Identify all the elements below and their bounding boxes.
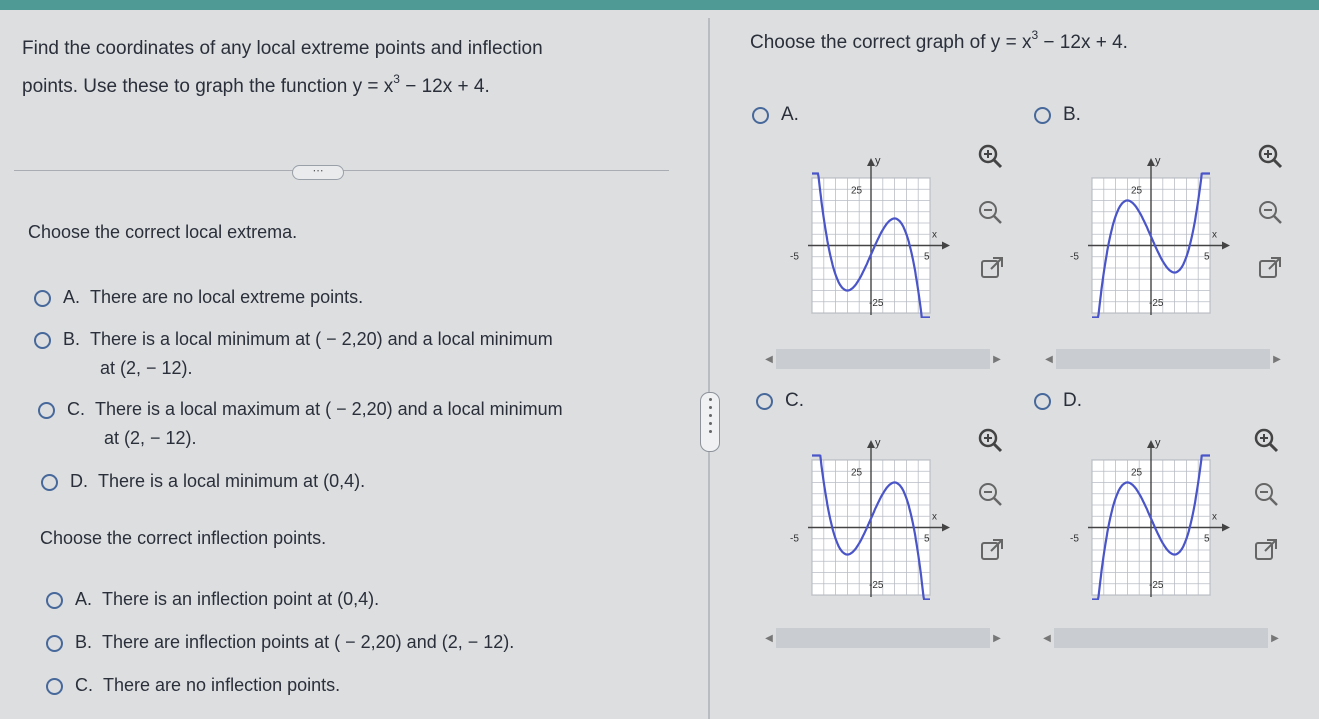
open-window-icon[interactable] [1256,254,1284,282]
graph-b-scrollbar[interactable]: ◀ ▶ [1042,348,1284,370]
radio-button[interactable] [46,678,63,695]
extrema-option-a[interactable]: A. There are no local extreme points. [34,287,363,312]
graph-option-b[interactable]: B. [1034,104,1081,126]
zoom-out-icon[interactable] [1252,480,1280,508]
extrema-option-b[interactable]: B. There is a local minimum at ( − 2,20) … [34,329,553,383]
tick-label-25: 25 [851,467,863,478]
radio-button[interactable] [38,402,55,419]
graph-option-d[interactable]: D. [1034,390,1082,412]
x-axis-label: x [932,512,937,523]
radio-button[interactable] [41,474,58,491]
inflection-option-b[interactable]: B. There are inflection points at ( − 2,2… [46,632,514,657]
radio-button[interactable] [756,392,773,410]
extrema-option-c[interactable]: C. There is a local maximum at ( − 2,20) … [38,399,563,453]
y-axis-label: y [875,155,881,167]
tick-label-neg25: -25 [869,298,884,309]
graph-b: y x 25 -25 -5 5 [1070,155,1230,318]
scroll-left-icon[interactable]: ◀ [1040,633,1054,644]
scroll-right-icon[interactable]: ▶ [1270,354,1284,365]
extrema-prompt: Choose the correct local extrema. [28,222,298,242]
question-pane: Find the coordinates of any local extrem… [0,10,690,719]
scroll-right-icon[interactable]: ▶ [990,354,1004,365]
graph-pane: Choose the correct graph of y = x3 − 12x… [712,10,1319,719]
inflection-option-c[interactable]: C. There are no inflection points. [46,675,340,700]
radio-button[interactable] [46,592,63,609]
radio-button[interactable] [752,106,769,124]
top-accent-bar [0,0,1319,10]
graph-prompt: Choose the correct graph of y = x3 − 12x… [750,27,1128,53]
zoom-out-icon[interactable] [1256,198,1284,226]
scroll-left-icon[interactable]: ◀ [762,633,776,644]
y-axis-label: y [1155,155,1161,167]
graph-a: y x 25 -25 -5 5 [790,155,950,318]
zoom-in-icon[interactable] [1256,142,1284,170]
zoom-out-icon[interactable] [976,480,1004,508]
x-axis-label: x [1212,512,1217,523]
x-axis-label: x [1212,230,1217,241]
graph-a-scrollbar[interactable]: ◀ ▶ [762,348,1004,370]
zoom-in-icon[interactable] [976,426,1004,454]
tick-label-5: 5 [1204,534,1210,545]
problem-statement: Find the coordinates of any local extrem… [22,30,662,106]
tick-label-neg5: -5 [790,252,799,263]
graph-d-scrollbar[interactable]: ◀ ▶ [1040,627,1282,649]
graph-c: y x 25 -25 -5 5 [790,437,950,600]
radio-button[interactable] [46,635,63,652]
graph-d: y x 25 -25 -5 5 [1070,437,1230,600]
tick-label-neg5: -5 [790,534,799,545]
tick-label-neg5: -5 [1070,534,1079,545]
graph-option-a[interactable]: A. [752,104,799,126]
x-axis-label: x [932,230,937,241]
tick-label-neg25: -25 [1149,298,1164,309]
tick-label-5: 5 [924,534,930,545]
tick-label-25: 25 [851,185,863,196]
more-button[interactable]: ⋯ [292,165,344,180]
extrema-option-d[interactable]: D. There is a local minimum at (0,4). [41,471,365,496]
scroll-left-icon[interactable]: ◀ [1042,354,1056,365]
tick-label-25: 25 [1131,185,1143,196]
scroll-right-icon[interactable]: ▶ [1268,633,1282,644]
tick-label-neg25: -25 [1149,580,1164,591]
radio-button[interactable] [34,290,51,307]
radio-button[interactable] [34,332,51,349]
scroll-right-icon[interactable]: ▶ [990,633,1004,644]
open-window-icon[interactable] [978,536,1006,564]
tick-label-25: 25 [1131,467,1143,478]
radio-button[interactable] [1034,106,1051,124]
tick-label-neg25: -25 [869,580,884,591]
tick-label-5: 5 [924,252,930,263]
graph-c-scrollbar[interactable]: ◀ ▶ [762,627,1004,649]
tick-label-5: 5 [1204,252,1210,263]
inflection-option-a[interactable]: A. There is an inflection point at (0,4). [46,589,379,614]
pane-divider[interactable] [708,18,710,719]
radio-button[interactable] [1034,392,1051,410]
inflection-prompt: Choose the correct inflection points. [40,528,327,548]
graph-option-c[interactable]: C. [756,390,804,412]
problem-line-1: Find the coordinates of any local extrem… [22,38,543,59]
zoom-out-icon[interactable] [976,198,1004,226]
problem-line-2: points. Use these to graph the function … [22,71,490,97]
y-axis-label: y [875,437,881,449]
zoom-in-icon[interactable] [1252,426,1280,454]
zoom-in-icon[interactable] [976,142,1004,170]
open-window-icon[interactable] [978,254,1006,282]
y-axis-label: y [1155,437,1161,449]
scroll-left-icon[interactable]: ◀ [762,354,776,365]
tick-label-neg5: -5 [1070,252,1079,263]
open-window-icon[interactable] [1252,536,1280,564]
